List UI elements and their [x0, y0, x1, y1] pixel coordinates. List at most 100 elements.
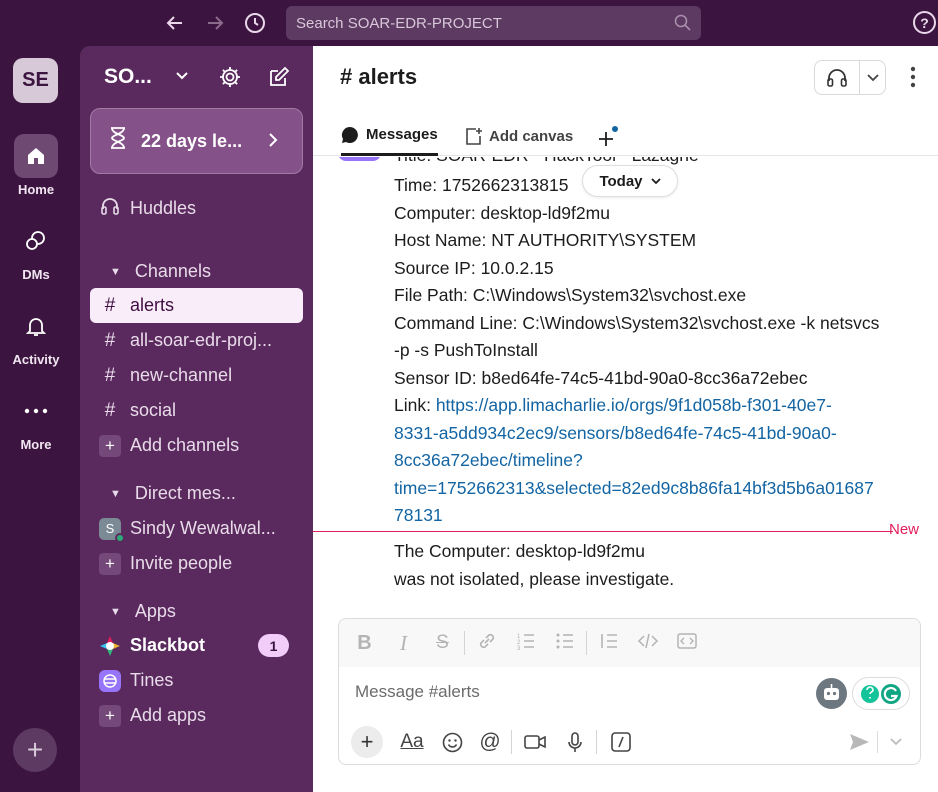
invite-people-button[interactable]: + Invite people — [90, 546, 303, 581]
search-placeholder: Search SOAR-EDR-PROJECT — [296, 14, 502, 32]
add-apps-button[interactable]: + Add apps — [90, 698, 303, 733]
tab-messages[interactable]: Messages — [341, 116, 438, 156]
svg-text:3: 3 — [517, 646, 521, 651]
text-format-icon[interactable]: Aa — [391, 726, 433, 758]
trial-banner[interactable]: 22 days le... — [90, 108, 303, 174]
plus-icon: + — [99, 434, 121, 457]
add-workspace-plus-icon[interactable]: + — [13, 728, 57, 772]
bell-icon — [14, 304, 58, 348]
date-divider-today[interactable]: Today — [582, 165, 678, 197]
caret-down-icon: ▼ — [110, 606, 121, 619]
channel-tabs: Messages Add canvas — [313, 116, 938, 156]
compose-icon[interactable] — [267, 65, 293, 91]
rail-more[interactable]: More — [0, 389, 72, 452]
bot-avatar — [338, 157, 381, 161]
huddle-button[interactable] — [814, 60, 886, 95]
send-icon[interactable] — [844, 726, 874, 758]
chevron-down-icon[interactable] — [860, 71, 885, 85]
ai-assistant-icon[interactable] — [816, 678, 847, 709]
message-line: Host Name: NT AUTHORITY\SYSTEM — [394, 230, 697, 250]
caret-down-icon: ▼ — [110, 488, 121, 501]
timeline-link[interactable]: 8331-a5dd934c2ec9/sensors/b8ed64fe-74c5-… — [394, 423, 837, 443]
divider — [586, 631, 587, 655]
add-tab-plus-icon[interactable] — [596, 116, 618, 156]
bulleted-list-icon[interactable] — [545, 631, 584, 656]
divider — [464, 631, 465, 655]
code-icon[interactable] — [628, 631, 667, 656]
sidebar-item-slackbot[interactable]: Slackbot 1 — [90, 628, 303, 663]
sidebar-item-dm-user[interactable]: S Sindy Wewalwal... — [90, 511, 303, 546]
blockquote-icon[interactable] — [589, 631, 628, 656]
channels-section-header[interactable]: ▼ Channels — [110, 261, 211, 282]
rail-activity[interactable]: Activity — [0, 304, 72, 367]
timeline-link[interactable]: 78131 — [394, 505, 443, 525]
unread-count-badge: 1 — [258, 634, 289, 657]
more-options-icon[interactable] — [909, 66, 917, 88]
timeline-link[interactable]: time=1752662313&selected=82ed9c8b86fa14b… — [394, 478, 874, 498]
sidebar-item-social[interactable]: # social — [90, 393, 303, 428]
message-line: Time: 1752662313815 — [394, 175, 569, 195]
code-block-icon[interactable] — [667, 631, 706, 656]
strikethrough-icon[interactable]: S — [423, 632, 462, 654]
sidebar-item-alerts[interactable]: # alerts — [90, 288, 303, 323]
history-clock-icon[interactable] — [242, 10, 268, 36]
direct-messages-section-header[interactable]: ▼ Direct mes... — [110, 483, 236, 504]
sidebar-item-label: social — [130, 400, 177, 420]
video-icon[interactable] — [514, 726, 556, 758]
tines-icon — [90, 669, 130, 693]
sidebar-item-huddles[interactable]: Huddles — [90, 191, 303, 226]
message-link-line: 8331-a5dd934c2ec9/sensors/b8ed64fe-74c5-… — [394, 423, 837, 444]
apps-section-header[interactable]: ▼ Apps — [110, 601, 176, 622]
send-options-chevron-icon[interactable] — [884, 726, 908, 758]
timeline-link[interactable]: 8cc36a72ebec/timeline? — [394, 450, 583, 470]
date-label: Today — [599, 172, 643, 190]
rail-home[interactable]: Home — [0, 134, 72, 197]
forward-arrow-icon[interactable] — [202, 10, 228, 36]
sidebar-item-new-channel[interactable]: # new-channel — [90, 358, 303, 393]
sidebar-item-label: Huddles — [130, 198, 197, 218]
ordered-list-icon[interactable]: 123 — [506, 631, 545, 656]
canvas-icon — [464, 127, 483, 146]
chevron-down-icon[interactable] — [176, 68, 188, 84]
back-arrow-icon[interactable] — [162, 10, 188, 36]
headphones-icon — [90, 196, 130, 222]
trial-label: 22 days le... — [141, 130, 243, 151]
bold-icon[interactable]: B — [345, 632, 384, 655]
message-link-line: Link: https://app.limacharlie.io/orgs/9f… — [394, 395, 832, 416]
search-input[interactable]: Search SOAR-EDR-PROJECT — [286, 6, 701, 40]
mention-icon[interactable]: @ — [471, 726, 509, 758]
help-icon[interactable]: ? — [913, 11, 936, 34]
add-channels-label: Add channels — [130, 435, 240, 455]
channel-title[interactable]: # alerts — [340, 64, 417, 90]
sidebar-item-tines[interactable]: Tines — [90, 663, 303, 698]
add-channels-button[interactable]: + Add channels — [90, 428, 303, 463]
headphones-icon[interactable] — [815, 67, 859, 89]
settings-gear-icon[interactable] — [218, 65, 244, 91]
channel-sidebar: SO... 22 days le... Huddles ▼ Channels #… — [80, 46, 313, 792]
italic-icon[interactable]: I — [384, 631, 423, 656]
attach-plus-icon[interactable]: + — [351, 726, 383, 758]
message-input[interactable]: Message #alerts — [355, 682, 480, 702]
sidebar-item-label: all-soar-edr-proj... — [130, 330, 273, 350]
tab-add-canvas[interactable]: Add canvas — [464, 116, 573, 156]
emoji-icon[interactable] — [433, 726, 471, 758]
hash-icon: # — [104, 364, 116, 386]
divider — [877, 731, 878, 753]
timeline-link[interactable]: https://app.limacharlie.io/orgs/9f1d058b… — [436, 395, 832, 415]
workspace-avatar[interactable]: SE — [13, 58, 58, 103]
grammarly-widget[interactable] — [852, 677, 910, 710]
microphone-icon[interactable] — [556, 726, 594, 758]
sidebar-item-all-soar-edr-project[interactable]: # all-soar-edr-proj... — [90, 323, 303, 358]
sidebar-item-label: Slackbot — [130, 635, 206, 655]
formatting-toolbar: B I S 123 — [339, 619, 920, 667]
message-line: Computer: desktop-ld9f2mu — [394, 203, 610, 223]
workspace-rail: SE Home DMs Activity More + — [0, 46, 80, 792]
message-list: Title: SOAR-EDR - HackTool - Lazagne Tim… — [313, 157, 938, 617]
apps-header-label: Apps — [134, 601, 176, 621]
link-icon[interactable] — [467, 631, 506, 656]
shortcuts-slash-icon[interactable] — [599, 726, 643, 758]
workspace-name[interactable]: SO... — [104, 65, 152, 89]
rail-dms[interactable]: DMs — [0, 219, 72, 282]
divider — [511, 730, 512, 754]
hash-icon: # — [104, 294, 116, 316]
